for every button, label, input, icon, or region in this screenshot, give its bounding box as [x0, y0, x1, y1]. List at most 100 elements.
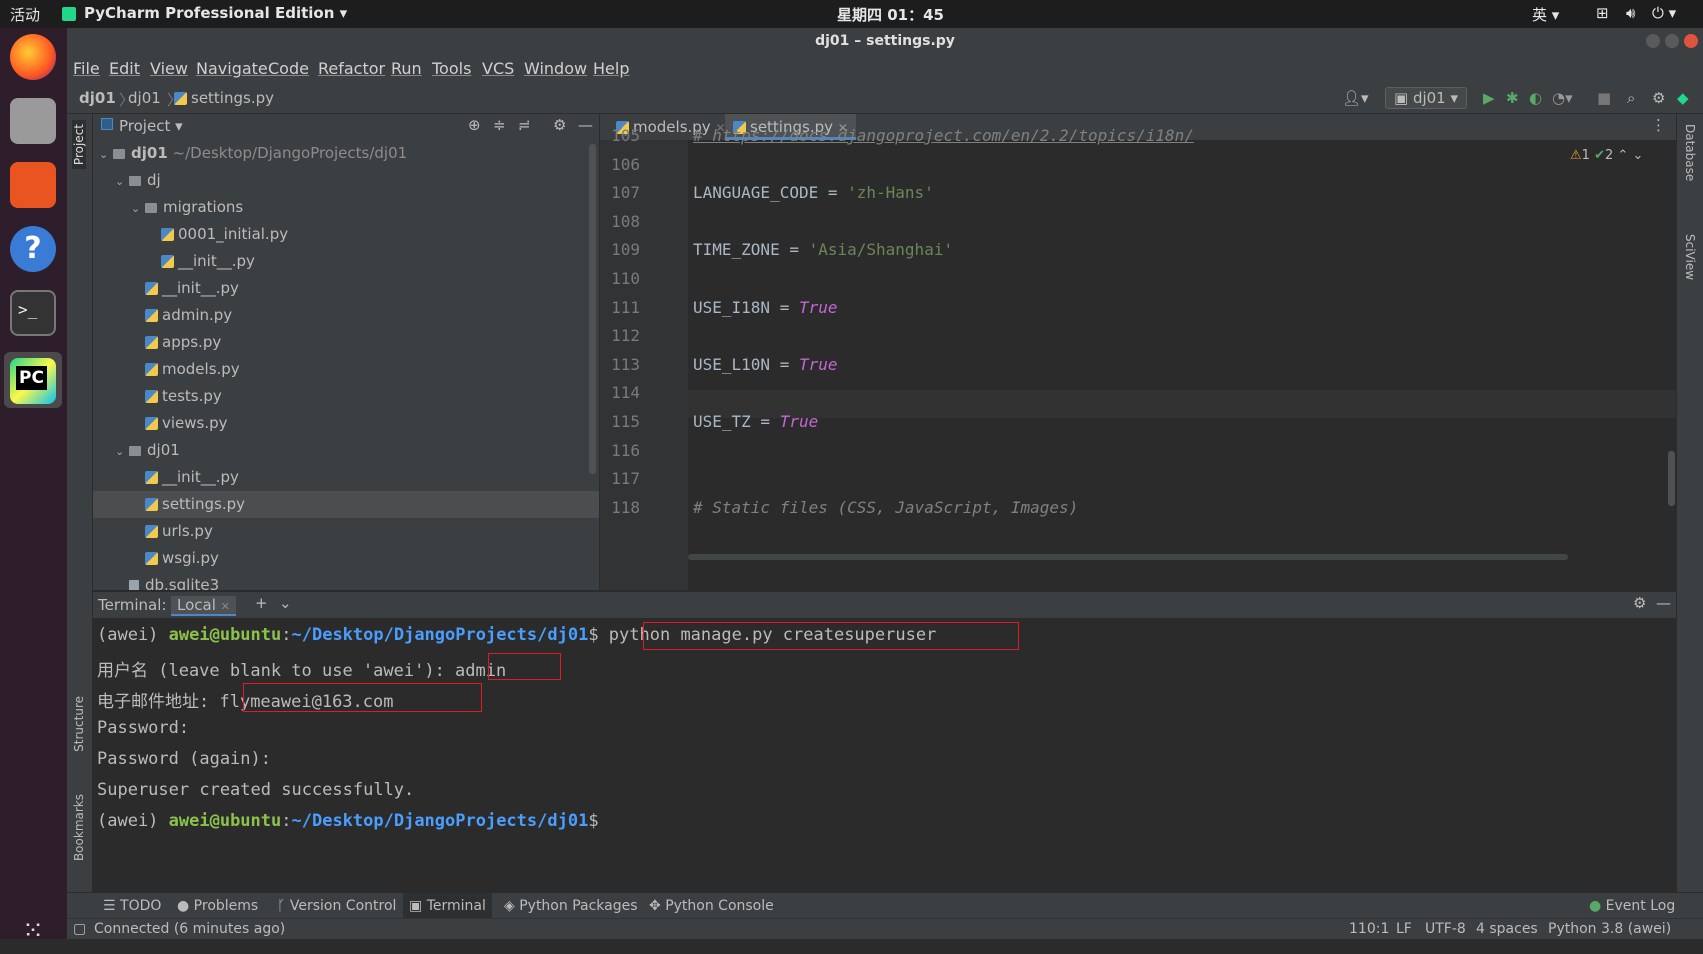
editor-vertical-scrollbar[interactable] — [1668, 451, 1675, 506]
project-scrollbar[interactable] — [589, 144, 596, 474]
user-icon[interactable]: 👤︎▾ — [1342, 89, 1369, 107]
code-line[interactable]: # https://docs.djangoproject.com/en/2.2/… — [693, 126, 1194, 145]
clock[interactable]: 星期四 01：45 — [837, 4, 944, 25]
breadcrumb-folder[interactable]: dj01 — [128, 89, 161, 107]
menu-view[interactable]: View — [150, 59, 188, 78]
code-line[interactable]: LANGUAGE_CODE = 'zh-Hans' — [693, 183, 934, 202]
line-separator[interactable]: LF — [1396, 921, 1412, 937]
breadcrumb-root[interactable]: dj01 — [79, 89, 116, 107]
tree-item[interactable]: ⌄ dj — [93, 167, 599, 194]
hide-panel-icon[interactable]: — — [578, 116, 593, 134]
search-icon[interactable]: ⌕ — [1627, 89, 1635, 107]
coverage-icon[interactable]: ◐ — [1529, 89, 1542, 107]
code-line[interactable]: USE_TZ = True — [693, 412, 818, 431]
terminal-line-username[interactable]: 用户名 (leave blank to use 'awei'): admin — [97, 656, 506, 681]
python-console-tab[interactable]: ✥ Python Console — [649, 898, 774, 914]
close-button[interactable] — [1684, 34, 1698, 48]
tree-root[interactable]: ⌄ dj01 ~/Desktop/DjangoProjects/dj01 — [93, 140, 599, 167]
caret-position[interactable]: 110:1 — [1349, 921, 1389, 937]
code-line[interactable]: # Static files (CSS, JavaScript, Images) — [693, 498, 1078, 517]
inspection-widget[interactable]: ⚠1 ✔2 ⌃ ⌄ — [1570, 148, 1643, 163]
jetbrains-icon[interactable]: ◆ — [1677, 89, 1689, 107]
chevron-down-icon[interactable]: ⌄ — [279, 594, 292, 612]
maximize-button[interactable] — [1665, 34, 1679, 48]
network-icon[interactable]: ⊞ — [1596, 4, 1609, 22]
debug-icon[interactable]: ✱ — [1506, 89, 1519, 107]
indent-setting[interactable]: 4 spaces — [1476, 921, 1538, 937]
minimize-button[interactable] — [1646, 34, 1660, 48]
structure-tool-tab[interactable]: Structure — [72, 696, 86, 752]
menu-navigate[interactable]: Navigate — [196, 59, 268, 78]
stop-icon[interactable]: ■ — [1597, 89, 1611, 107]
tree-item[interactable]: tests.py — [93, 383, 599, 410]
run-icon[interactable]: ▶ — [1483, 89, 1495, 107]
previous-highlight-icon[interactable]: ⌃ — [1617, 148, 1628, 163]
python-packages-tab[interactable]: ◈ Python Packages — [504, 898, 638, 914]
help-icon[interactable]: ? — [10, 226, 56, 272]
bookmarks-tool-tab[interactable]: Bookmarks — [72, 794, 86, 861]
code-line[interactable]: TIME_ZONE = 'Asia/Shanghai' — [693, 240, 953, 259]
tree-item[interactable]: settings.py — [93, 491, 599, 518]
next-highlight-icon[interactable]: ⌄ — [1632, 148, 1643, 163]
locate-icon[interactable]: ⊕ — [468, 116, 481, 134]
tree-item[interactable]: models.py — [93, 356, 599, 383]
activities-button[interactable]: 活动 — [10, 4, 40, 25]
hide-terminal-icon[interactable]: — — [1656, 594, 1671, 612]
terminal-tab-local[interactable]: Local ✕ — [171, 596, 236, 616]
close-tab-icon[interactable]: ✕ — [221, 600, 230, 613]
code-line[interactable]: USE_I18N = True — [693, 298, 838, 317]
terminal-line-password[interactable]: Password: — [97, 718, 189, 738]
code-line[interactable]: USE_L10N = True — [693, 355, 838, 374]
problems-tab[interactable]: ● Problems — [177, 898, 258, 914]
menu-file[interactable]: File — [73, 59, 100, 78]
volume-icon[interactable]: 🔊︎ — [1626, 4, 1635, 22]
menu-run[interactable]: Run — [391, 59, 422, 78]
status-message[interactable]: Connected (6 minutes ago) — [94, 921, 285, 937]
project-tool-tab[interactable]: Project — [72, 120, 86, 170]
files-icon[interactable] — [10, 98, 56, 144]
todo-tab[interactable]: ☰ TODO — [103, 898, 161, 914]
tree-item[interactable]: admin.py — [93, 302, 599, 329]
sciview-tool-tab[interactable]: SciView — [1683, 234, 1697, 280]
firefox-icon[interactable] — [10, 34, 56, 80]
settings-gear-icon[interactable]: ⚙ — [1652, 89, 1665, 107]
menu-code[interactable]: Code — [268, 59, 309, 78]
power-icon[interactable]: ⏻ ▾ — [1652, 4, 1676, 22]
menu-tools[interactable]: Tools — [432, 59, 471, 78]
editor-horizontal-scrollbar[interactable] — [688, 554, 1568, 560]
terminal-line-prompt[interactable]: (awei) awei@ubuntu:~/Desktop/DjangoProje… — [97, 811, 609, 831]
menu-vcs[interactable]: VCS — [482, 59, 514, 78]
pycharm-icon[interactable]: PC — [10, 358, 56, 404]
tree-item[interactable]: __init__.py — [93, 248, 599, 275]
tree-item[interactable]: ⌄ dj01 — [93, 437, 599, 464]
run-config-dropdown[interactable]: ▣ dj01 ▾ — [1385, 87, 1468, 109]
tab-options-icon[interactable]: ⋮ — [1651, 116, 1666, 134]
database-tool-tab[interactable]: Database — [1683, 124, 1697, 181]
terminal-gear-icon[interactable]: ⚙ — [1633, 594, 1646, 612]
tree-item[interactable]: ⌄ migrations — [93, 194, 599, 221]
tree-item[interactable]: urls.py — [93, 518, 599, 545]
terminal-line-success[interactable]: Superuser created successfully. — [97, 780, 414, 800]
tree-item[interactable]: 0001_initial.py — [93, 221, 599, 248]
project-view-selector[interactable]: Project ▾ — [119, 117, 183, 135]
tree-item[interactable]: __init__.py — [93, 464, 599, 491]
expand-all-icon[interactable]: ≑ — [493, 116, 506, 134]
terminal-icon[interactable]: >_ — [10, 290, 56, 336]
status-panel-icon[interactable]: ▢ — [73, 921, 86, 937]
show-apps-icon[interactable]: ⁙ — [10, 908, 56, 954]
python-interpreter[interactable]: Python 3.8 (awei) — [1548, 921, 1671, 937]
tree-item[interactable]: wsgi.py — [93, 545, 599, 572]
tree-item[interactable]: apps.py — [93, 329, 599, 356]
tree-item[interactable]: db.sqlite3 — [93, 572, 599, 590]
menu-help[interactable]: Help — [593, 59, 629, 78]
event-log-tab[interactable]: ● Event Log — [1589, 898, 1675, 914]
panel-gear-icon[interactable]: ⚙ — [553, 116, 566, 134]
terminal-tab[interactable]: ▣ Terminal — [403, 893, 492, 918]
tree-item[interactable]: views.py — [93, 410, 599, 437]
menu-edit[interactable]: Edit — [109, 59, 140, 78]
menu-window[interactable]: Window — [524, 59, 587, 78]
software-center-icon[interactable] — [10, 162, 56, 208]
input-method[interactable]: 英 ▾ — [1532, 4, 1559, 25]
breadcrumb-file[interactable]: settings.py — [174, 89, 274, 107]
terminal-line-password-again[interactable]: Password (again): — [97, 749, 271, 769]
